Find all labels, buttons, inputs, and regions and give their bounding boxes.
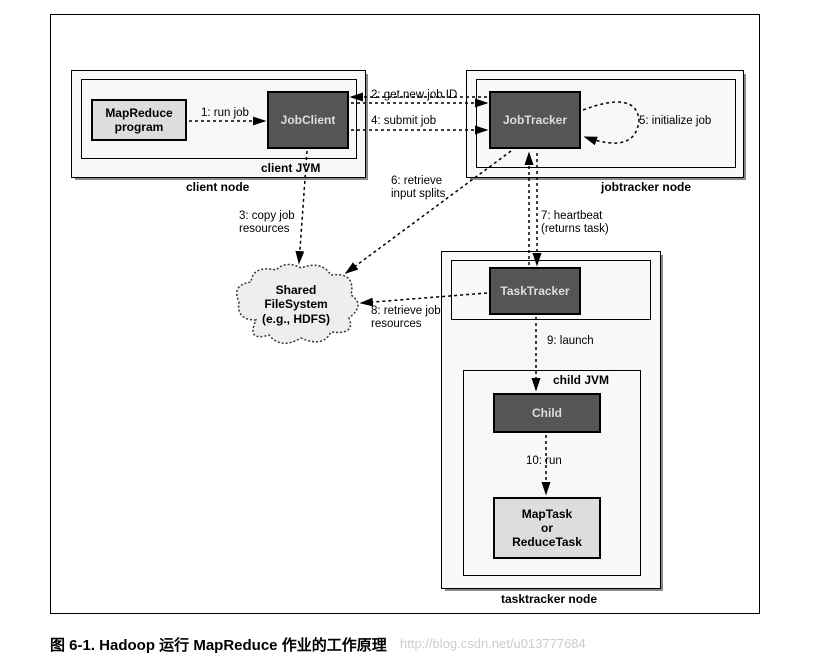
- edge-3-label: 3: copy job resources: [239, 210, 295, 235]
- child-component: Child: [493, 393, 601, 433]
- jobtracker-node-label: jobtracker node: [601, 180, 691, 194]
- jobclient: JobClient: [267, 91, 349, 149]
- tasktracker: TaskTracker: [489, 267, 581, 315]
- figure-caption: 图 6-1. Hadoop 运行 MapReduce 作业的工作原理: [50, 634, 387, 655]
- edge-2-label: 2: get new job ID: [371, 89, 457, 102]
- edge-7-label: 7: heartbeat (returns task): [541, 210, 609, 235]
- client-node-label: client node: [186, 180, 249, 194]
- edge-9-label: 9: launch: [547, 335, 594, 348]
- maptask-reducetask: MapTask or ReduceTask: [493, 497, 601, 559]
- edge-10-label: 10: run: [526, 455, 562, 468]
- edge-8-label: 8: retrieve job resources: [371, 305, 441, 330]
- diagram-frame: client node client JVM MapReduce program…: [50, 14, 760, 614]
- watermark-url: http://blog.csdn.net/u013777684: [400, 636, 586, 651]
- shared-filesystem: Shared FileSystem (e.g., HDFS): [251, 283, 341, 326]
- jobtracker: JobTracker: [489, 91, 581, 149]
- edge-6-label: 6: retrieve input splits: [391, 175, 445, 200]
- mapreduce-program: MapReduce program: [91, 99, 187, 141]
- client-jvm-label: client JVM: [261, 161, 320, 175]
- edge-4-label: 4: submit job: [371, 115, 436, 128]
- edge-5-label: 5: initialize job: [639, 115, 711, 128]
- child-jvm-label: child JVM: [553, 373, 609, 387]
- edge-1-label: 1: run job: [201, 107, 249, 120]
- tasktracker-node-label: tasktracker node: [501, 592, 597, 606]
